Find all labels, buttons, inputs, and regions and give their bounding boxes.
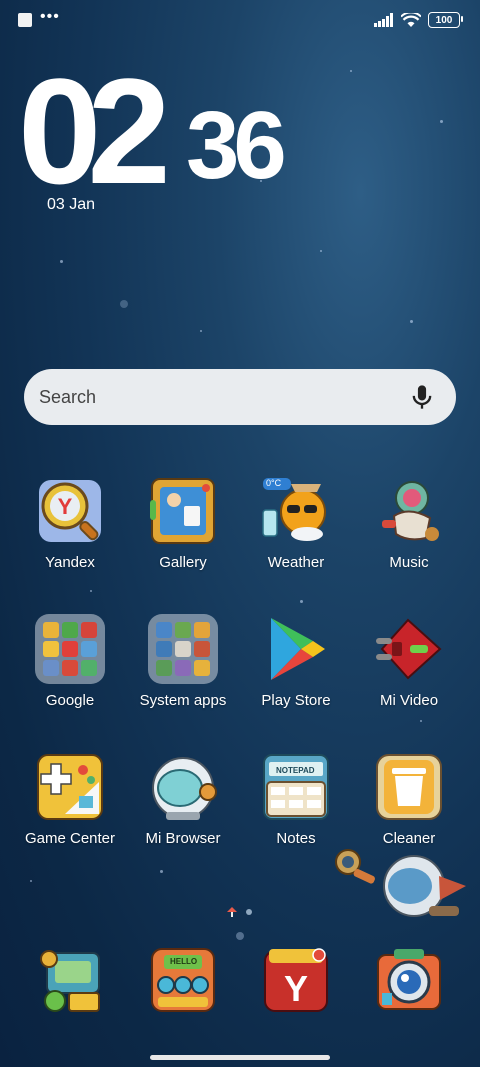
app-label: Mi Video [379,692,439,709]
yandex-browser-icon: Y [261,945,331,1015]
music-astronaut-icon [374,476,444,546]
status-bar: ••• 100 [0,0,480,40]
yandex-magnifier-icon: Y [35,476,105,546]
svg-text:Y: Y [58,494,73,519]
hello-label: HELLO [170,957,198,966]
more-notifications-icon: ••• [40,8,60,25]
app-weather[interactable]: 0°C Weather [240,476,352,571]
app-game-center[interactable]: Game Center [14,752,126,847]
notepad-label: NOTEPAD [276,766,315,775]
home-indicator-bar[interactable] [150,1055,330,1060]
search-bar[interactable]: Search [24,369,456,425]
google-folder-icon [35,614,105,684]
game-center-icon [35,752,105,822]
app-notes[interactable]: NOTEPAD Notes [240,752,352,847]
clock-hour: 02 [18,47,171,215]
weather-sun-icon: 0°C [261,476,331,546]
dock-app-messages[interactable]: HELLO [127,945,239,1015]
app-system-apps-folder[interactable]: System apps [127,614,239,709]
app-yandex[interactable]: Y Yandex [14,476,126,571]
weather-temp-badge: 0°C [266,478,282,488]
app-label: System apps [139,692,227,709]
app-label: Game Center [24,830,116,847]
app-label: Google [45,692,95,709]
app-label: Yandex [45,554,95,571]
app-mi-video[interactable]: Mi Video [353,614,465,709]
app-label: Play Store [261,692,331,709]
app-play-store[interactable]: Play Store [240,614,352,709]
app-cleaner[interactable]: Cleaner [353,752,465,847]
notes-notepad-icon: NOTEPAD [261,752,331,822]
phone-device-icon [35,945,105,1015]
page-dot [246,909,252,915]
messages-hello-icon: HELLO [148,945,218,1015]
home-page-icon [227,907,237,917]
app-label: Notes [276,830,316,847]
signal-icon [374,13,393,27]
app-label: Mi Browser [145,830,221,847]
notification-icon [18,13,32,27]
cleaner-trash-icon [374,752,444,822]
clock-minute: 36 [186,92,287,199]
app-google-folder[interactable]: Google [14,614,126,709]
app-label: Music [389,554,429,571]
camera-icon [374,945,444,1015]
clock-date: 03 Jan [47,196,96,213]
page-indicator [226,906,252,918]
gallery-frame-icon [148,476,218,546]
dock-app-camera[interactable] [353,945,465,1015]
app-label: Weather [267,554,325,571]
app-label: Gallery [159,554,207,571]
app-music[interactable]: Music [353,476,465,571]
app-gallery[interactable]: Gallery [127,476,239,571]
wifi-icon [401,12,421,27]
dock-app-yandex-browser[interactable]: Y [240,945,352,1015]
microphone-icon[interactable] [408,383,436,411]
dock-app-phone[interactable] [14,945,126,1015]
search-placeholder: Search [39,386,97,407]
wallpaper-astronaut-decoration [335,849,466,917]
play-store-icon [261,614,331,684]
app-mi-browser[interactable]: Mi Browser [127,752,239,847]
battery-indicator: 100 [428,12,463,28]
mi-video-rocket-icon [374,614,444,684]
mi-browser-helmet-icon [148,752,218,822]
system-apps-folder-icon [148,614,218,684]
svg-text:Y: Y [284,968,308,1009]
app-label: Cleaner [382,830,436,847]
